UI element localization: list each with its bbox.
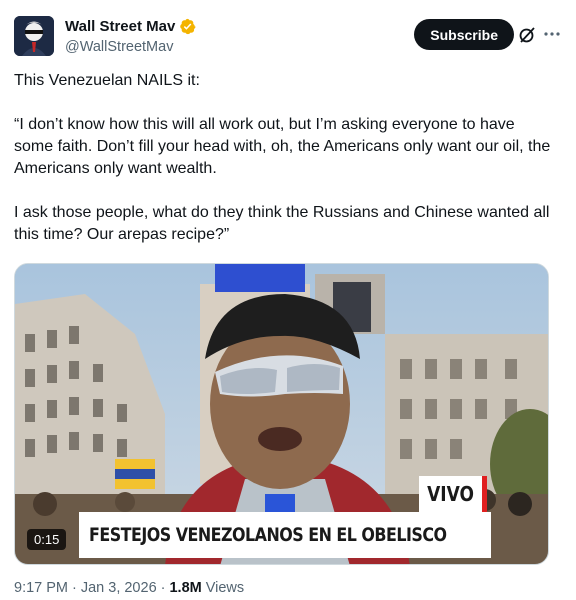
tweet-header: Wall Street Mav @WallStreetMav Subscribe [14, 14, 562, 58]
tweet-text: This Venezuelan NAILS it: “I don’t know … [14, 70, 554, 268]
subscribe-button[interactable]: Subscribe [414, 19, 514, 50]
name-row: Wall Street Mav [65, 18, 196, 35]
video-caption-text: FESTEJOS VENEZOLANOS EN EL OBELISCO [89, 524, 447, 546]
grok-icon[interactable] [518, 26, 536, 44]
live-badge-label: VIVO [427, 482, 474, 506]
views-count: 1.8M [169, 580, 202, 596]
meta-separator: · [72, 580, 77, 596]
tweet-paragraph: I ask those people, what do they think t… [14, 204, 550, 243]
video-duration: 0:15 [27, 529, 67, 550]
meta-separator: · [160, 580, 166, 596]
display-name[interactable]: Wall Street Mav [65, 18, 175, 35]
handle[interactable]: @WallStreetMav [65, 39, 173, 55]
live-badge: VIVO [419, 476, 487, 512]
views-label: Views [205, 580, 245, 596]
video-player[interactable]: 0:15 VIVO FESTEJOS VENEZOLANOS EN EL OBE… [14, 263, 549, 565]
tweet-date[interactable]: Jan 3, 2026 [81, 580, 157, 596]
more-options-icon[interactable] [542, 24, 562, 44]
tweet-paragraph: “I don’t know how this will all work out… [14, 116, 551, 177]
verified-badge-icon [179, 18, 196, 35]
tweet-time[interactable]: 9:17 PM [14, 580, 68, 596]
video-caption: FESTEJOS VENEZOLANOS EN EL OBELISCO [79, 512, 491, 558]
avatar[interactable] [14, 16, 54, 56]
tweet-meta: 9:17 PM · Jan 3, 2026 · 1.8M Views [14, 580, 244, 596]
tweet-paragraph: This Venezuelan NAILS it: [14, 72, 200, 89]
